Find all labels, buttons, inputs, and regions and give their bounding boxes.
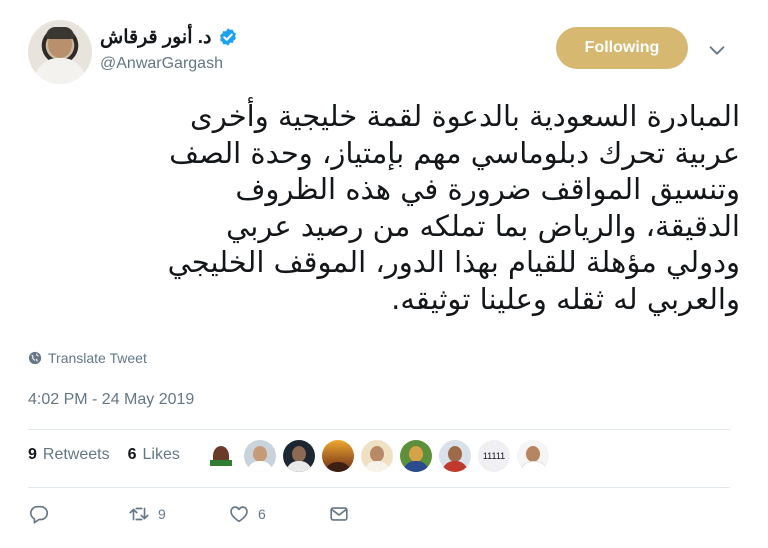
tweet-stats: 9 Retweets 6 Likes	[28, 446, 180, 464]
retweet-button[interactable]: 9	[128, 503, 228, 525]
retweet-count: 9	[158, 506, 166, 522]
translate-tweet-link[interactable]: Translate Tweet	[28, 350, 147, 366]
retweet-icon	[129, 507, 149, 521]
liker-avatar[interactable]	[517, 440, 549, 472]
translate-tweet-label[interactable]: Translate Tweet	[48, 350, 147, 366]
tweet-text: المبادرة السعودية بالدعوة لقمة خليجية وأ…	[28, 98, 740, 317]
divider	[28, 429, 730, 430]
likes-label: Likes	[142, 446, 180, 463]
globe-icon	[28, 351, 42, 365]
tweet-line: وتنسيق المواقف ضرورة في هذه الظروف	[235, 172, 740, 206]
envelope-icon	[330, 507, 348, 521]
tweet-line: المبادرة السعودية بالدعوة لقمة خليجية وأ…	[190, 99, 740, 133]
liker-avatar[interactable]	[361, 440, 393, 472]
reply-icon	[29, 505, 49, 524]
retweets-label: Retweets	[42, 446, 110, 463]
tweet-line: الدقيقة، والرياض بما تملكه من رصيد عربي	[226, 208, 740, 243]
liker-badge-text: 11111	[482, 451, 506, 461]
like-count: 6	[258, 506, 266, 522]
direct-message-button[interactable]	[328, 503, 350, 525]
likes-count: 6	[127, 446, 137, 463]
liker-avatar[interactable]	[244, 440, 276, 472]
chevron-down-icon[interactable]	[706, 39, 728, 61]
author-display-name[interactable]: د. أنور قرقاش	[100, 26, 212, 49]
liker-avatar[interactable]	[283, 440, 315, 472]
liker-avatar[interactable]	[400, 440, 432, 472]
author-name-row[interactable]: د. أنور قرقاش	[100, 26, 238, 48]
heart-icon	[230, 506, 248, 523]
likes-stat[interactable]: 6 Likes	[128, 446, 180, 464]
tweet-line: والعربي له ثقله وعلينا توثيقه.	[391, 281, 740, 316]
like-button[interactable]: 6	[228, 503, 328, 525]
retweets-stat[interactable]: 9 Retweets	[28, 446, 110, 464]
retweets-count: 9	[28, 446, 37, 463]
liker-avatar[interactable]	[439, 440, 471, 472]
tweet-line: ودولي مؤهلة للقيام بهذا الدور، الموقف ال…	[167, 245, 740, 279]
tweet-line: عربية تحرك دبلوماسي مهم بإمتياز، وحدة ال…	[169, 135, 740, 170]
verified-badge-icon	[219, 28, 236, 46]
following-button[interactable]: Following	[556, 27, 688, 69]
author-handle[interactable]: @AnwarGargash	[100, 55, 223, 73]
reply-button[interactable]	[28, 503, 128, 525]
liker-avatar[interactable]	[205, 440, 237, 472]
tweet-timestamp[interactable]: 4:02 PM - 24 May 2019	[28, 391, 194, 409]
author-avatar[interactable]	[28, 20, 92, 84]
liker-avatars: 11111	[205, 440, 549, 472]
divider	[28, 487, 730, 488]
tweet-actions: 9 6	[28, 503, 350, 525]
liker-avatar[interactable]	[322, 440, 354, 472]
liker-avatar[interactable]: 11111	[478, 440, 510, 472]
